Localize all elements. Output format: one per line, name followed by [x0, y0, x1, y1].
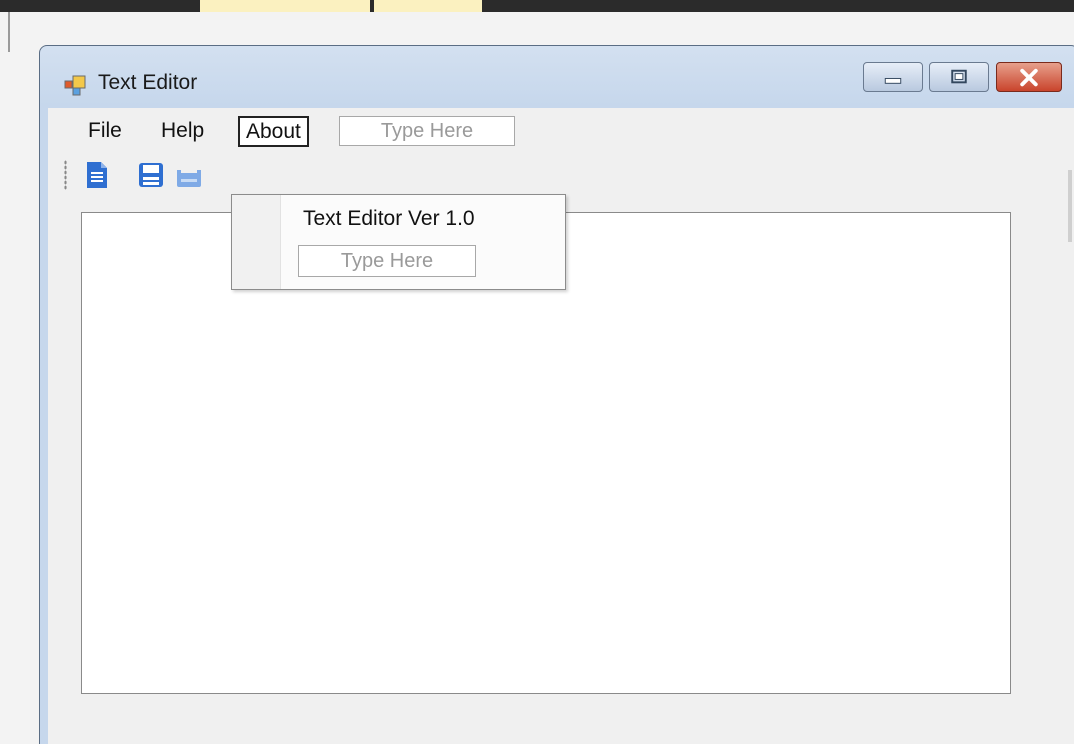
- designer-rule: [8, 12, 10, 52]
- form-client-area: File Help About Type Here Text Editor Ve…: [48, 108, 1074, 744]
- save-all-icon[interactable]: [174, 160, 204, 190]
- maximize-button[interactable]: [929, 62, 989, 92]
- close-button[interactable]: [996, 62, 1062, 92]
- save-icon[interactable]: [136, 160, 166, 190]
- menu-type-here-input[interactable]: Type Here: [339, 116, 515, 146]
- minimize-icon: [884, 77, 902, 84]
- menu-about[interactable]: About: [238, 116, 309, 147]
- form-window: Text Editor File Help About Type Here Te…: [39, 45, 1074, 744]
- menu-item-version[interactable]: Text Editor Ver 1.0: [303, 207, 475, 231]
- background-tab: [374, 0, 482, 12]
- about-dropdown-menu: Text Editor Ver 1.0 Type Here: [231, 194, 566, 290]
- minimize-button[interactable]: [863, 62, 923, 92]
- background-strip: [0, 0, 1074, 12]
- new-document-icon[interactable]: [82, 160, 112, 190]
- menu-file[interactable]: File: [82, 116, 128, 146]
- dropdown-type-here-input[interactable]: Type Here: [298, 245, 476, 277]
- menu-strip: File Help About Type Here: [48, 110, 1074, 150]
- toolbar-grip[interactable]: [64, 160, 67, 190]
- window-title: Text Editor: [98, 71, 198, 94]
- title-bar[interactable]: Text Editor: [40, 46, 1074, 108]
- close-icon: [1020, 68, 1038, 87]
- menu-image-margin: [232, 195, 281, 289]
- app-icon: [64, 75, 86, 96]
- tool-strip: [48, 152, 1074, 194]
- menu-help[interactable]: Help: [155, 116, 210, 146]
- designer-scroll-edge: [1068, 170, 1072, 242]
- background-tab: [200, 0, 370, 12]
- maximize-icon: [951, 69, 967, 84]
